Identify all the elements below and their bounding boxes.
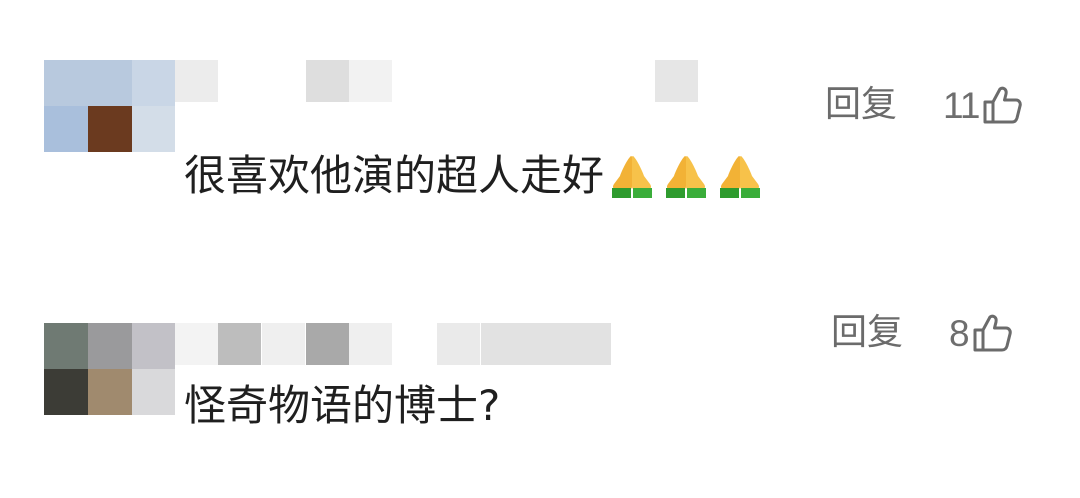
reply-button[interactable]: 回复: [825, 87, 897, 123]
like-count: 8: [949, 312, 970, 354]
comment-actions: 回复 8: [831, 312, 1013, 354]
comment-actions: 回复 11: [825, 84, 1023, 126]
reply-button[interactable]: 回复: [831, 315, 903, 351]
thumbs-up-icon[interactable]: [971, 312, 1013, 354]
avatar[interactable]: [44, 323, 175, 415]
folded-hands-icon: [720, 156, 761, 198]
avatar[interactable]: [44, 60, 175, 152]
folded-hands-icon: [666, 156, 707, 198]
folded-hands-icon: [612, 156, 653, 198]
like-count: 11: [943, 84, 980, 126]
comment-text-body: 怪奇物语的博士?: [184, 381, 501, 430]
comment-text: 很喜欢他演的超人走好: [184, 152, 766, 200]
comment-item: 回复 8 怪奇物语的博士?: [0, 250, 1080, 498]
thumbs-up-icon[interactable]: [981, 84, 1023, 126]
comment-text-body: 很喜欢他演的超人走好: [184, 151, 605, 200]
comment-text: 怪奇物语的博士?: [184, 385, 500, 427]
comment-item: 回复 11 很喜欢他演的超人走好: [0, 0, 1080, 250]
